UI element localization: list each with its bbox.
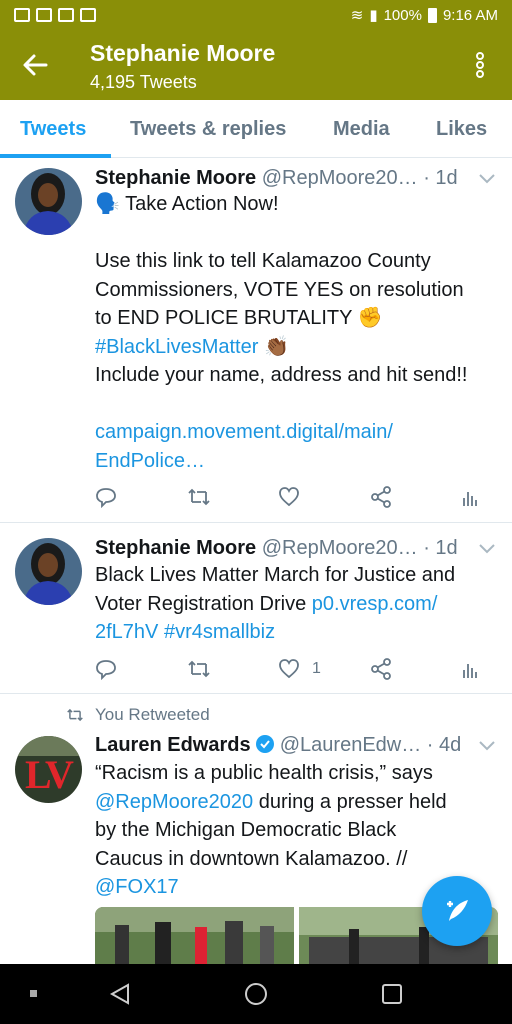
like-button[interactable]: 1 [278,657,321,681]
retweet-button[interactable] [187,657,211,681]
compose-feather-icon [447,900,468,921]
tweet-text: Black Lives Matter March for Justice and… [95,561,500,647]
tweet-card[interactable]: Stephanie Moore @RepMoore20… · 1d 🗣️ Tak… [0,159,512,523]
notification-icons [14,8,96,22]
compose-tweet-button[interactable] [422,876,492,946]
like-count: 1 [312,660,321,677]
tweet-card[interactable]: Stephanie Moore @RepMoore20… · 1d Black … [0,523,512,694]
analytics-icon [463,492,477,506]
tweet-line: Black Lives Matter March for Justice and [95,564,456,586]
tweet-actions [95,485,485,509]
wifi-icon: ≋ [350,7,364,24]
share-icon [371,658,391,680]
instagram-icon [36,8,52,22]
tweet-line: “Racism is a public health crisis,” says [95,762,433,784]
tweet-line: 🗣️ Take Action Now! [95,193,279,215]
analytics-button[interactable] [461,485,479,509]
reply-icon [96,660,116,680]
author-handle: @RepMoore20… [261,537,418,559]
signal-icon: ▮ [369,7,378,24]
profile-name: Stephanie Moore [90,40,276,66]
chevron-down-icon[interactable] [478,543,496,555]
retweet-label: You Retweeted [95,705,210,724]
avatar[interactable] [15,538,82,605]
tab-tweets[interactable]: Tweets [20,118,86,141]
back-triangle-icon[interactable] [108,982,132,1006]
tab-likes[interactable]: Likes [436,118,487,141]
media-image[interactable] [95,907,294,964]
tweet-time: · 1d [423,167,458,189]
profile-tabs: Tweets Tweets & replies Media Likes [0,100,512,158]
status-bar: ≋ ▮ 100% 9:16 AM [0,0,512,30]
tweet-line: Voter Registration Drive [95,592,312,615]
reply-button[interactable] [95,657,117,681]
avatar[interactable] [15,168,82,235]
tweet-text: 🗣️ Take Action Now! Use this link to tel… [95,190,500,475]
tab-tweets-and-replies[interactable]: Tweets & replies [130,118,286,141]
chevron-down-icon[interactable] [478,740,496,752]
mention-link[interactable]: @RepMoore2020 [95,791,253,813]
tweet-count: 4,195 Tweets [90,72,197,92]
image-icon [58,8,74,22]
url-link[interactable]: 2fL7hV [95,621,158,643]
share-button[interactable] [370,657,392,681]
author-name[interactable]: Lauren Edwards [95,734,251,756]
hashtag-link[interactable]: #vr4smallbiz [158,621,275,643]
overview-square-icon[interactable] [380,982,404,1006]
retweet-icon [188,488,210,506]
tweet-line: during a presser held [253,790,447,813]
home-circle-icon[interactable] [244,982,268,1006]
retweet-button[interactable] [187,485,211,509]
author-name[interactable]: Stephanie Moore [95,167,256,189]
system-navigation-bar [0,964,512,1024]
tweet-line: Commissioners, VOTE YES on resolution [95,278,464,301]
url-link[interactable]: EndPolice… [95,447,500,476]
tweet-line: by the Michigan Democratic Black [95,819,397,841]
tweet-line: to END POLICE BRUTALITY ✊ [95,307,383,329]
more-options-icon[interactable] [470,50,490,80]
tweet-line: Include your name, address and hit send!… [95,364,468,386]
heart-icon [279,659,299,679]
reply-button[interactable] [95,485,117,509]
battery-level: 100% [383,6,422,24]
author-handle: @RepMoore20… [261,167,418,189]
svg-text:V: V [45,752,74,797]
retweet-icon [188,660,210,678]
tweet-line: Use this link to tell Kalamazoo County [95,250,431,272]
like-button[interactable] [278,485,300,509]
reply-icon [96,488,116,508]
active-tab-indicator [0,154,111,158]
tweet-time: · 4d [426,734,462,756]
analytics-icon [463,664,477,678]
battery-icon [427,7,437,23]
share-icon [371,486,391,508]
heart-icon [279,487,299,507]
share-button[interactable] [370,485,392,509]
verified-badge-icon [256,735,275,753]
back-arrow-icon[interactable] [20,50,50,80]
author-handle: @LaurenEdw… [279,734,422,756]
tweet-line: Caucus in downtown Kalamazoo. // [95,847,408,870]
clock: 9:16 AM [442,6,498,24]
tweet-time: · 1d [423,537,458,559]
mail-icon [80,8,96,22]
author-name[interactable]: Stephanie Moore [95,537,256,559]
url-link[interactable]: campaign.movement.digital/main/ [95,418,500,447]
hashtag-link[interactable]: #BlackLivesMatter 👏🏾 [95,333,500,362]
tab-media[interactable]: Media [333,118,390,141]
news-icon [14,8,30,22]
analytics-button[interactable] [461,657,479,681]
url-link[interactable]: p0.vresp.com/ [312,593,438,615]
recent-dot-icon [30,990,37,997]
chevron-down-icon[interactable] [478,173,496,185]
profile-header: Stephanie Moore 4,195 Tweets [0,30,512,100]
tweet-actions: 1 [95,657,485,681]
avatar[interactable]: L V [15,736,82,803]
retweet-indicator-icon [67,708,83,722]
